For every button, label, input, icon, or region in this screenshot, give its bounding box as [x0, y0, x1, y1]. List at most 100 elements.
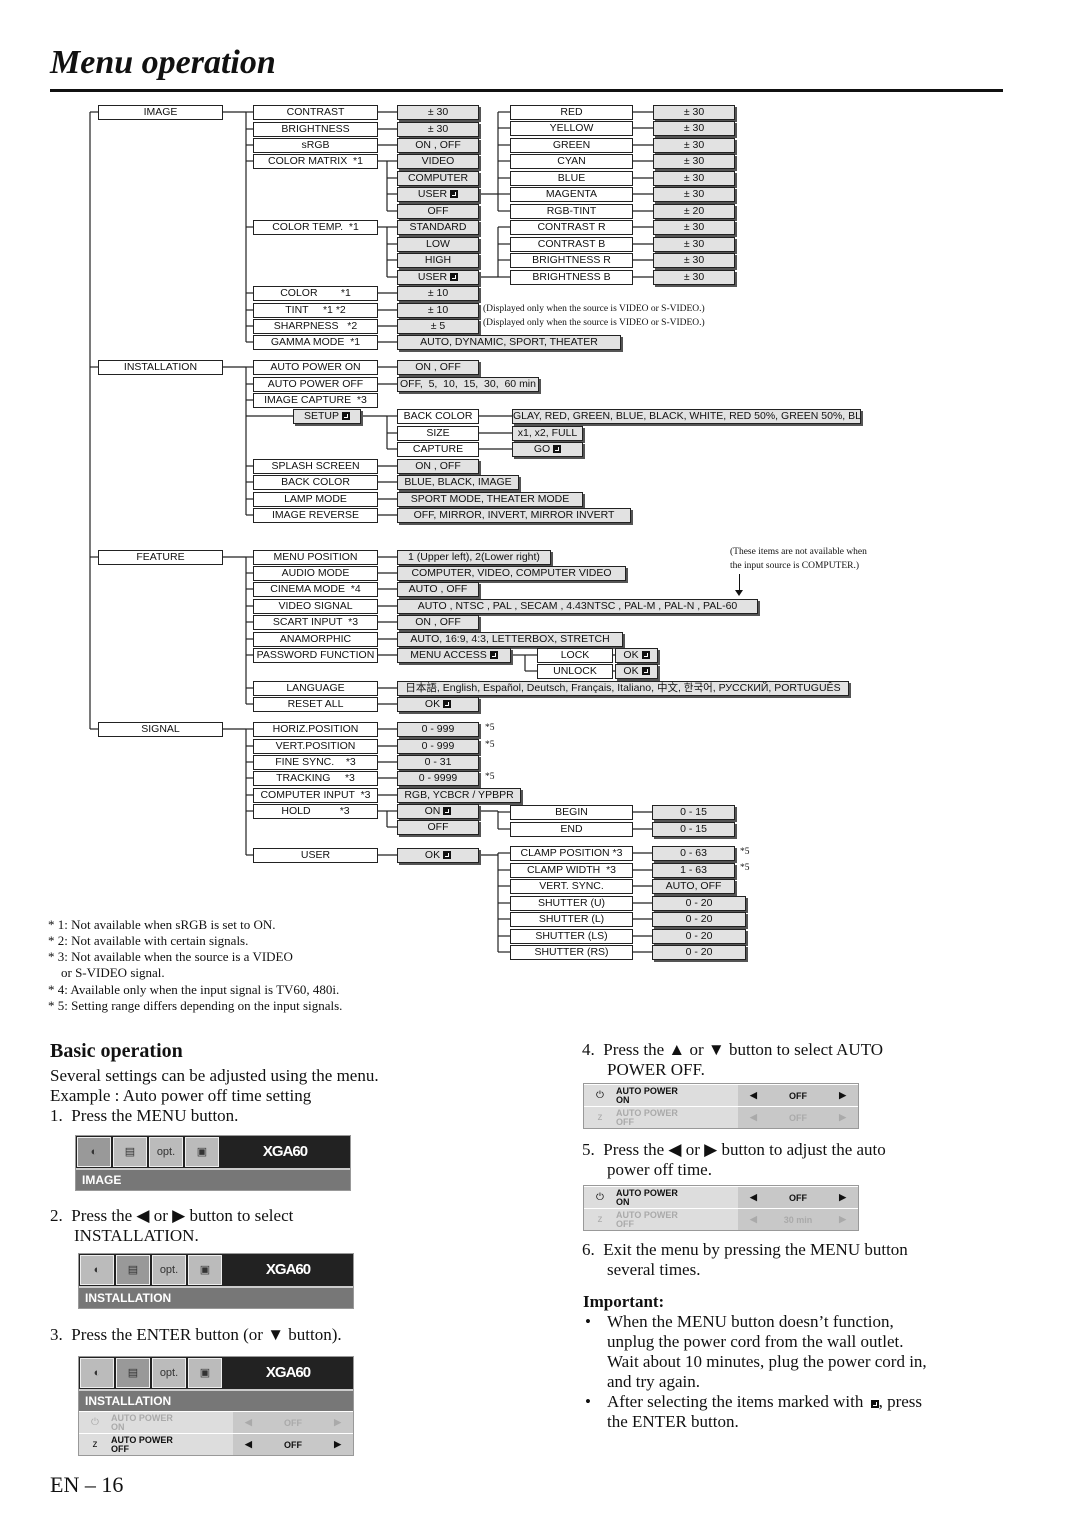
important-bullet-1: When the MENU button doesn’t function, un…: [607, 1312, 927, 1391]
image-value: VIDEO: [397, 154, 479, 169]
image-value: ± 30: [397, 105, 479, 120]
auto-power-on-row[interactable]: ⏻ AUTO POWER ON ◀ OFF ▶: [584, 1186, 858, 1208]
auto-power-off-row[interactable]: z AUTO POWER OFF ◀ OFF ▶: [584, 1106, 858, 1128]
enter-icon: [641, 651, 650, 659]
installation-menu-item: SPLASH SCREEN: [253, 459, 378, 474]
color-value: ± 30: [653, 253, 735, 268]
auto-power-off-row[interactable]: z AUTO POWER OFF ◀ OFF ▶: [79, 1433, 353, 1455]
auto-power-on-row[interactable]: ⏻ AUTO POWER ON ◀ OFF ▶: [79, 1411, 353, 1433]
signal-value: 0 - 999: [397, 739, 479, 754]
installation-value: SPORT MODE, THEATER MODE: [397, 492, 583, 507]
feature-menu-item: SCART INPUT *3: [253, 615, 378, 630]
user-value: 0 - 20: [652, 896, 746, 911]
note-feature: (These items are not available when the …: [730, 547, 867, 571]
signal-value: 0 - 31: [397, 755, 479, 770]
installation-value: OFF, 5, 10, 15, 30, 60 min: [397, 377, 539, 392]
footnote-5: * 5: Setting range differs depending on …: [48, 998, 343, 1013]
color-value: ± 30: [653, 171, 735, 186]
color-item: BLUE: [510, 171, 633, 186]
right-arrow-icon: ▶: [334, 1439, 341, 1449]
installation-tab-icon: ▤: [116, 1255, 150, 1285]
left-arrow-icon: ◀: [245, 1417, 252, 1427]
lock-value: OK: [615, 664, 658, 679]
sleep-icon: z: [584, 1209, 616, 1230]
step-3: 3. Press the ENTER button (or ▼ button).: [50, 1325, 342, 1344]
user-value: 1 - 63: [652, 863, 735, 878]
enter-icon: [489, 651, 498, 659]
installation-menu-item: LAMP MODE: [253, 492, 378, 507]
image-tab-icon: ◐: [80, 1255, 114, 1285]
image-value: STANDARD: [397, 220, 479, 235]
image-menu-item: COLOR MATRIX *1: [253, 154, 378, 169]
feature-value: COMPUTER, VIDEO, COMPUTER VIDEO: [397, 566, 626, 581]
color-value: ± 20: [653, 204, 735, 219]
feature-menu-item: RESET ALL: [253, 697, 378, 712]
color-item: YELLOW: [510, 121, 633, 136]
footnote-4: * 4: Available only when the input signa…: [48, 982, 340, 997]
main-menu-item: FEATURE: [98, 550, 223, 565]
step-2: 2. Press the ◀ or ▶ button to select: [50, 1206, 294, 1225]
signal-tab-icon: ▣: [188, 1358, 222, 1388]
installation-value: ON , OFF: [397, 360, 479, 375]
image-tab-icon: ◐: [80, 1358, 114, 1388]
installation-menu-item: AUTO POWER OFF: [253, 377, 378, 392]
color-item: CYAN: [510, 154, 633, 169]
image-menu-item: COLOR *1: [253, 286, 378, 301]
user-value: 0 - 20: [652, 929, 746, 944]
sleep-icon: z: [79, 1434, 111, 1455]
footnote-mark: *5: [740, 847, 750, 857]
sleep-icon: z: [584, 1107, 616, 1128]
installation-menu-item: BACK COLOR: [253, 475, 378, 490]
enter-icon: [870, 1400, 879, 1408]
feature-menu-item: MENU POSITION: [253, 550, 378, 565]
footnote-3b: or S-VIDEO signal.: [48, 965, 165, 980]
feature-value: AUTO , NTSC , PAL , SECAM , 4.43NTSC , P…: [397, 599, 758, 614]
feature-value: AUTO, 16:9, 4:3, LETTERBOX, STRETCH: [397, 632, 623, 647]
image-value: USER: [397, 187, 479, 202]
osd-menu-installation-items: ◐ ▤ opt. ▣ XGA60 INSTALLATION ⏻ AUTO POWER ON…: [78, 1356, 354, 1456]
lock-value: OK: [615, 648, 658, 663]
image-value: ± 10: [397, 303, 479, 318]
feature-menu-item: AUDIO MODE: [253, 566, 378, 581]
enter-icon: [443, 700, 452, 708]
main-menu-item: INSTALLATION: [98, 360, 223, 375]
left-arrow-icon: ◀: [750, 1192, 757, 1202]
power-on-icon: ⏻: [584, 1085, 616, 1106]
user-item: CLAMP WIDTH *3: [510, 863, 633, 878]
feature-menu-item: ANAMORPHIC: [253, 632, 378, 647]
image-value: LOW: [397, 237, 479, 252]
example: Example : Auto power off time setting: [50, 1086, 312, 1105]
image-value: USER: [397, 270, 479, 285]
osd-menu-installation: ◐ ▤ opt. ▣ XGA60 INSTALLATION: [78, 1253, 354, 1309]
footnote-mark: *5: [740, 863, 750, 873]
user-item: SHUTTER (L): [510, 912, 633, 927]
important-bullet-2: After selecting the items marked with , …: [607, 1392, 923, 1431]
auto-power-on-row[interactable]: ⏻ AUTO POWER ON ◀ OFF ▶: [584, 1084, 858, 1106]
feature-value: OK: [397, 697, 479, 712]
signal-menu-item: COMPUTER INPUT *3: [253, 788, 378, 803]
enter-icon: [553, 445, 562, 453]
important-heading: Important:: [583, 1292, 665, 1311]
color-item: RED: [510, 105, 633, 120]
page-number: EN – 16: [50, 1472, 124, 1497]
right-arrow-icon: ▶: [334, 1417, 341, 1427]
image-value: ± 30: [397, 122, 479, 137]
feature-value: 1 (Upper left), 2(Lower right): [397, 550, 551, 565]
step-6: 6. Exit the menu by pressing the MENU bu…: [582, 1240, 908, 1259]
auto-power-off-row[interactable]: z AUTO POWER OFF ◀ 30 min ▶: [584, 1208, 858, 1230]
feature-menu-item: CINEMA MODE *4: [253, 582, 378, 597]
setup-sub-item: CAPTURE: [397, 442, 479, 457]
hold-item: BEGIN: [510, 805, 633, 820]
installation-tab-icon: ▤: [113, 1137, 147, 1167]
hold-value: 0 - 15: [652, 822, 735, 837]
setup-item: SETUP: [293, 409, 361, 424]
installation-menu-item: AUTO POWER ON: [253, 360, 378, 375]
setup-value: x1, x2, FULL: [512, 426, 583, 441]
step-4: 4. Press the ▲ or ▼ button to select AUT…: [582, 1040, 884, 1059]
image-value: AUTO, DYNAMIC, SPORT, THEATER: [397, 335, 621, 350]
color-value: ± 30: [653, 237, 735, 252]
signal-tab-icon: ▣: [185, 1137, 219, 1167]
setup-sub-item: SIZE: [397, 426, 479, 441]
image-value: ON , OFF: [397, 138, 479, 153]
enter-icon: [443, 807, 452, 815]
